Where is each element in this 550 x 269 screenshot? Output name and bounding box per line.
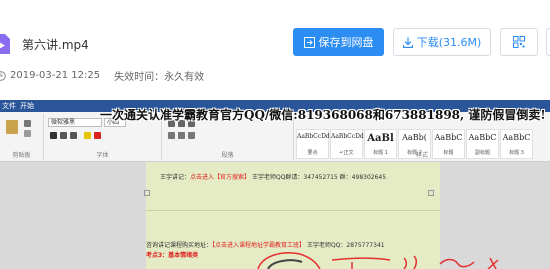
align-center-icon <box>178 132 185 139</box>
highlight-icon <box>84 132 91 139</box>
bold-icon <box>50 132 57 139</box>
video-file-icon <box>0 34 10 54</box>
underline-icon <box>70 132 77 139</box>
download-icon <box>402 37 413 48</box>
upload-date: 2019-03-21 12:25 <box>10 70 101 81</box>
copy-icon <box>24 130 31 137</box>
save-to-disk-icon <box>303 36 315 48</box>
pen-annotation <box>257 252 499 269</box>
file-meta: 2019-03-21 12:25 失效时间：永久有效 <box>0 68 204 83</box>
group-label: 段落 <box>221 152 234 159</box>
clipboard-group: 剪贴板 <box>0 114 44 160</box>
clock-icon <box>0 70 6 81</box>
font-name-box: 微软雅黑 <box>48 118 102 127</box>
group-label: 样式 <box>415 152 428 159</box>
save-button-label: 保存到网盘 <box>318 36 374 49</box>
italic-icon <box>60 132 67 139</box>
group-label: 剪贴板 <box>12 152 31 159</box>
file-header: 第六讲.mp4 保存到网盘 下载(31.6M) 2019-03-21 12:25… <box>0 0 550 100</box>
font-color-icon <box>94 132 101 139</box>
tab-start: 开始 <box>20 102 34 110</box>
cut-icon <box>24 120 31 127</box>
document-area: 王宇讲记：点击进入【官方搜索】 王宇老师QQ群请：347452715 群：498… <box>0 162 550 269</box>
expire-time: 失效时间：永久有效 <box>114 72 205 83</box>
paste-icon <box>6 120 18 134</box>
group-label: 字体 <box>96 152 109 159</box>
qr-code-icon <box>513 36 525 48</box>
qr-code-button[interactable] <box>500 28 538 56</box>
video-player[interactable]: 文件 开始 剪贴板 微软雅黑 小四 字体 段落 AaBbCcDd 要点 AaBb… <box>0 100 550 269</box>
download-button[interactable]: 下载(31.6M) <box>393 28 491 56</box>
save-to-disk-button[interactable]: 保存到网盘 <box>293 28 384 56</box>
download-button-label: 下载(31.6M) <box>416 36 482 49</box>
align-right-icon <box>188 132 195 139</box>
tab-file: 文件 <box>2 102 16 110</box>
video-watermark: 一次通关认准学霸教育官方QQ/微信:819368068和673881898, 谨… <box>100 108 546 122</box>
align-left-icon <box>168 132 175 139</box>
more-button[interactable] <box>546 28 550 56</box>
file-name: 第六讲.mp4 <box>22 38 89 52</box>
